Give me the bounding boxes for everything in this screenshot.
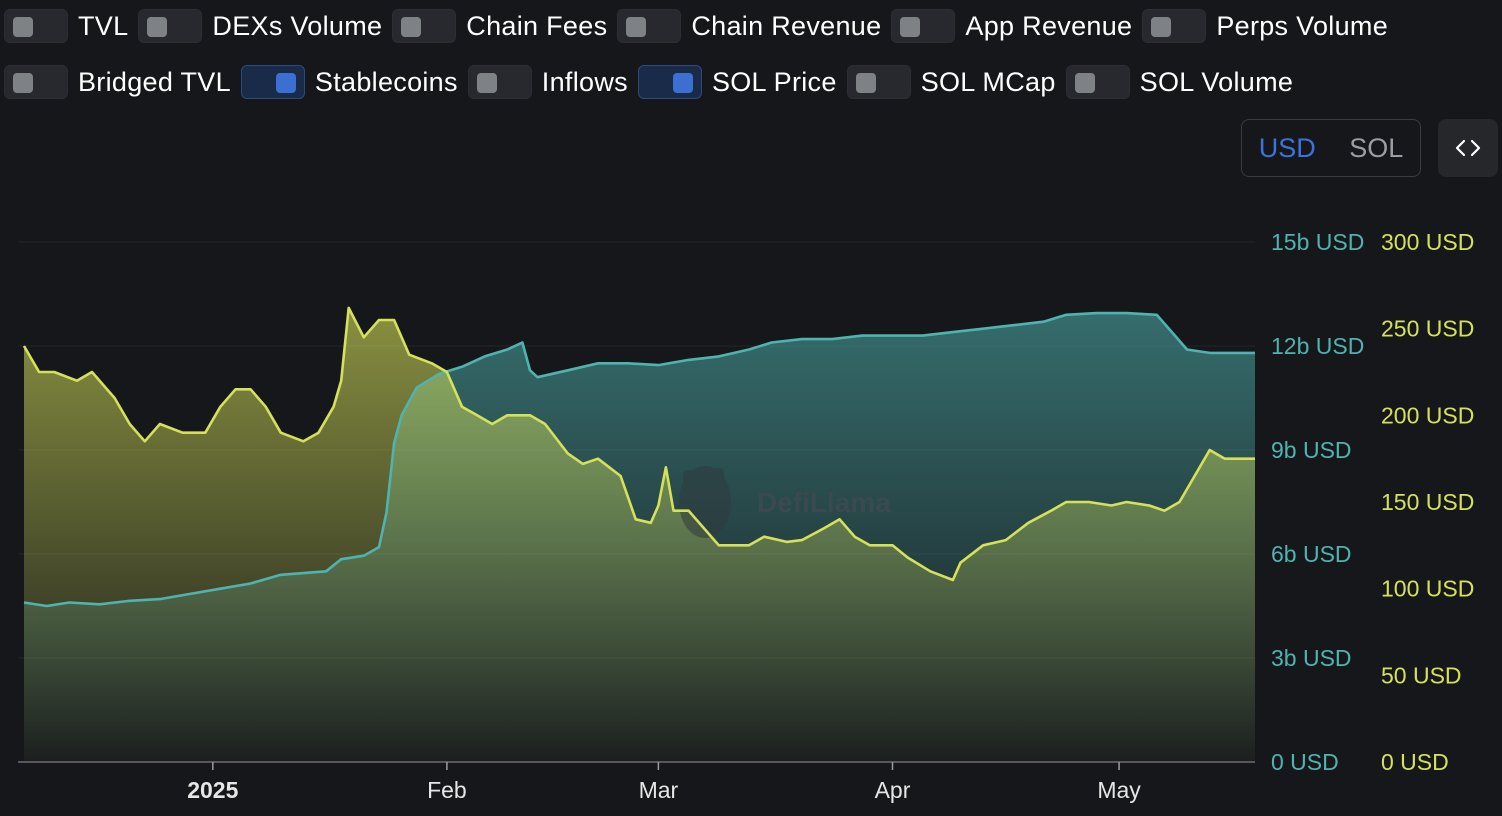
y-right-tick-label: 200 USD: [1381, 402, 1474, 428]
y-right-tick-label: 300 USD: [1381, 229, 1474, 255]
y-left-tick-label: 6b USD: [1271, 541, 1352, 567]
y-left-tick-label: 15b USD: [1271, 229, 1364, 255]
y-right-tick-label: 250 USD: [1381, 316, 1474, 342]
chart: DefiLlama 2025 Feb Mar Apr May 0 USD 3b USD 6b…: [18, 229, 1474, 803]
x-tick-label: Apr: [875, 777, 911, 803]
y-left-tick-label: 3b USD: [1271, 645, 1352, 671]
y-right-tick-label: 50 USD: [1381, 662, 1462, 688]
y-left-tick-label: 0 USD: [1271, 749, 1339, 775]
y-left-tick-label: 12b USD: [1271, 333, 1364, 359]
y-right-tick-label: 150 USD: [1381, 489, 1474, 515]
y-left-tick-label: 9b USD: [1271, 437, 1352, 463]
x-tick-label: 2025: [187, 777, 238, 803]
x-tick-label: Feb: [427, 777, 467, 803]
x-tick-label: Mar: [639, 777, 679, 803]
y-right-tick-label: 100 USD: [1381, 576, 1474, 602]
watermark-text: DefiLlama: [757, 487, 891, 518]
x-tick-label: May: [1097, 777, 1141, 803]
y-right-tick-label: 0 USD: [1381, 749, 1449, 775]
